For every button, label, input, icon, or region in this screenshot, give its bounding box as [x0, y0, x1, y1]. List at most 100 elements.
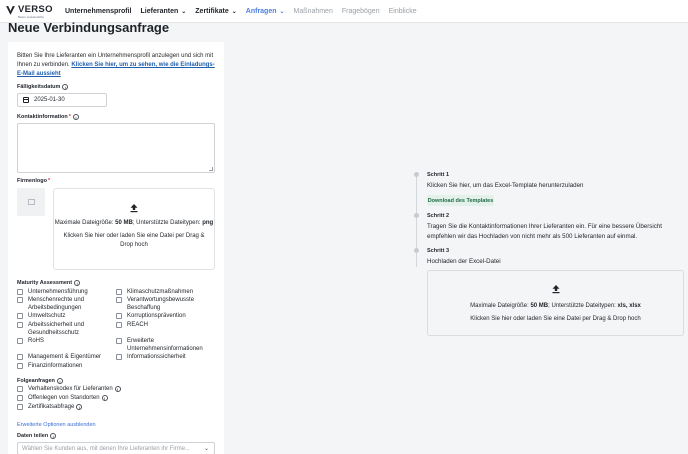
step2-text: Tragen Sie die Kontaktinformationen Ihre… — [427, 223, 663, 240]
types-prefix: ; Unterstützte Dateitypen: — [548, 303, 616, 309]
maturity-checkbox-right-3[interactable]: REACH — [116, 321, 213, 329]
share-data-label-text: Daten teilen — [17, 433, 49, 439]
checkbox[interactable] — [17, 404, 23, 410]
max-size-value: 50 MB — [115, 220, 133, 226]
checkbox[interactable] — [17, 289, 23, 295]
share-data-placeholder: Wählen Sie Kunden aus, mit denen Ihre Li… — [22, 445, 191, 452]
chevron-down-icon: ⌄ — [203, 446, 209, 452]
nav-item-lieferanten[interactable]: Lieferanten ⌄ — [141, 8, 187, 15]
maturity-checkbox-right-5[interactable]: Informationssicherheit — [116, 353, 213, 361]
nav-item-label: Fragebögen — [341, 7, 380, 15]
checkbox[interactable] — [116, 289, 122, 295]
checkbox[interactable] — [17, 313, 23, 319]
info-icon[interactable]: i — [76, 404, 83, 410]
maturity-checkbox-left-3[interactable]: Arbeitssicherheit und Gesundheitsschutz — [17, 321, 114, 337]
checkbox-label: Klimaschutzmaßnahmen — [127, 289, 194, 295]
checkbox-label: Offenlegen von Standorten — [28, 395, 100, 401]
checkbox[interactable] — [116, 322, 122, 328]
logo-preview — [17, 188, 45, 216]
checkbox-label: Umweltschutz — [28, 313, 66, 319]
nav-item-fragebögen[interactable]: Fragebögen — [342, 8, 380, 15]
logo-dropzone[interactable]: Maximale Dateigröße: 50 MB; Unterstützte… — [53, 188, 215, 270]
checkbox[interactable] — [17, 354, 23, 360]
max-size-value: 50 MB — [530, 303, 549, 309]
maturity-checkbox-right-0[interactable]: Klimaschutzmaßnahmen — [116, 288, 213, 296]
maturity-checkbox-left-0[interactable]: Unternehmensführung — [17, 288, 114, 296]
upload-icon — [130, 204, 138, 213]
required-mark: * — [47, 178, 51, 184]
due-date-input[interactable]: 2025-01-30 — [17, 93, 107, 107]
due-date-label: Fälligkeitsdatum i — [17, 84, 69, 90]
followup-checkbox-0[interactable]: Verhaltenskodex für Lieferanten i — [17, 385, 121, 393]
logo-dropzone-help: Klicken Sie hier oder laden Sie eine Dat… — [63, 233, 205, 248]
step1-text: Klicken Sie hier, um das Excel-Template … — [427, 182, 584, 189]
checkbox-label: Menschenrechte und Arbeitsbedingungen — [28, 297, 85, 311]
nav-item-einblicke[interactable]: Einblicke — [389, 8, 417, 15]
checkbox[interactable] — [116, 313, 122, 319]
logo-label-text: Firmenlogo — [17, 178, 47, 184]
nav-item-unternehmensprofil[interactable]: Unternehmensprofil — [65, 8, 132, 15]
step1-title: Schritt 1 — [427, 172, 450, 178]
info-icon[interactable]: i — [72, 114, 79, 120]
due-date-label-text: Fälligkeitsdatum — [17, 84, 61, 90]
checkbox[interactable] — [17, 297, 23, 303]
nav-item-label: Lieferanten — [140, 7, 179, 15]
contact-label-text: Kontaktinformation — [17, 114, 68, 120]
followup-checkbox-1[interactable]: Offenlegen von Standorten i — [17, 394, 108, 402]
chevron-down-icon: ⌄ — [231, 8, 237, 15]
resize-handle-icon[interactable] — [209, 167, 213, 171]
logo-dropzone-limits: Maximale Dateigröße: 50 MB; Unterstützte… — [54, 219, 214, 227]
info-icon[interactable]: i — [50, 433, 57, 439]
checkbox[interactable] — [116, 338, 122, 344]
maturity-checkbox-left-1[interactable]: Menschenrechte und Arbeitsbedingungen — [17, 296, 114, 312]
calendar-icon — [23, 97, 29, 103]
verso-logo[interactable]: VERSO Better sustainability — [5, 4, 57, 19]
checkbox[interactable] — [17, 338, 23, 344]
checkbox[interactable] — [17, 363, 23, 369]
download-template-button[interactable]: Download des Templates — [427, 195, 494, 206]
nav-item-anfragen[interactable]: Anfragen ⌄ — [246, 8, 285, 15]
maturity-checkbox-right-4[interactable]: Erweiterte Unternehmensinformationen — [116, 337, 213, 353]
due-date-value: 2025-01-30 — [34, 97, 65, 103]
info-icon[interactable]: i — [74, 280, 81, 286]
info-icon[interactable]: i — [56, 378, 63, 384]
maturity-checkbox-left-6[interactable]: Finanzinformationen — [17, 362, 114, 370]
chevron-down-icon: ⌄ — [181, 8, 187, 15]
contact-textarea[interactable] — [17, 123, 215, 173]
upload-icon — [552, 285, 559, 294]
checkbox[interactable] — [116, 297, 122, 303]
nav-item-maßnahmen[interactable]: Maßnahmen — [294, 8, 333, 15]
required-mark: * — [68, 114, 71, 120]
checkbox[interactable] — [17, 386, 23, 392]
checkbox[interactable] — [17, 395, 23, 401]
nav-item-label: Unternehmensprofil — [65, 7, 132, 15]
excel-dropzone[interactable]: Maximale Dateigröße: 50 MB; Unterstützte… — [427, 270, 684, 336]
nav-menu: Unternehmensprofil Lieferanten ⌄ Zertifikat… — [65, 8, 426, 15]
excel-dropzone-help: Klicken Sie hier oder laden Sie eine Dat… — [470, 316, 641, 322]
followup-checkbox-2[interactable]: Zertifikatsabfrage i — [17, 403, 83, 411]
maturity-checkbox-right-1[interactable]: Verantwortungsbewusste Beschaffung — [116, 296, 213, 312]
checkbox[interactable] — [17, 322, 23, 328]
info-icon[interactable]: i — [101, 395, 108, 401]
step2-marker — [414, 213, 419, 218]
maturity-checkbox-right-2[interactable]: Korruptionsprävention — [116, 312, 213, 320]
verso-logo-icon — [6, 5, 15, 15]
types-prefix: ; Unterstützte Dateitypen: — [132, 220, 201, 226]
share-data-select[interactable]: Wählen Sie Kunden aus, mit denen Ihre Li… — [17, 442, 215, 454]
hide-advanced-options-link[interactable]: Erweiterte Optionen ausblenden — [17, 422, 96, 428]
maturity-checkbox-left-4[interactable]: RoHS — [17, 337, 114, 345]
checkbox-label: Zertifikatsabfrage — [28, 404, 75, 410]
checkbox-label: Finanzinformationen — [28, 363, 83, 369]
info-icon[interactable]: i — [114, 386, 121, 392]
checkbox-label: Erweiterte Unternehmensinformationen — [127, 338, 203, 352]
share-data-label: Daten teilen i — [17, 433, 57, 439]
step3-marker — [414, 248, 419, 253]
contact-label: Kontaktinformation * i — [17, 114, 79, 120]
checkbox[interactable] — [116, 354, 122, 360]
step2-title: Schritt 2 — [427, 213, 450, 219]
maturity-checkbox-left-2[interactable]: Umweltschutz — [17, 312, 114, 320]
logo-label: Firmenlogo * — [17, 178, 50, 184]
maturity-checkbox-left-5[interactable]: Management & Eigentümer — [17, 353, 114, 361]
nav-item-zertifikate[interactable]: Zertifikate ⌄ — [195, 8, 237, 15]
info-icon[interactable]: i — [62, 84, 69, 90]
